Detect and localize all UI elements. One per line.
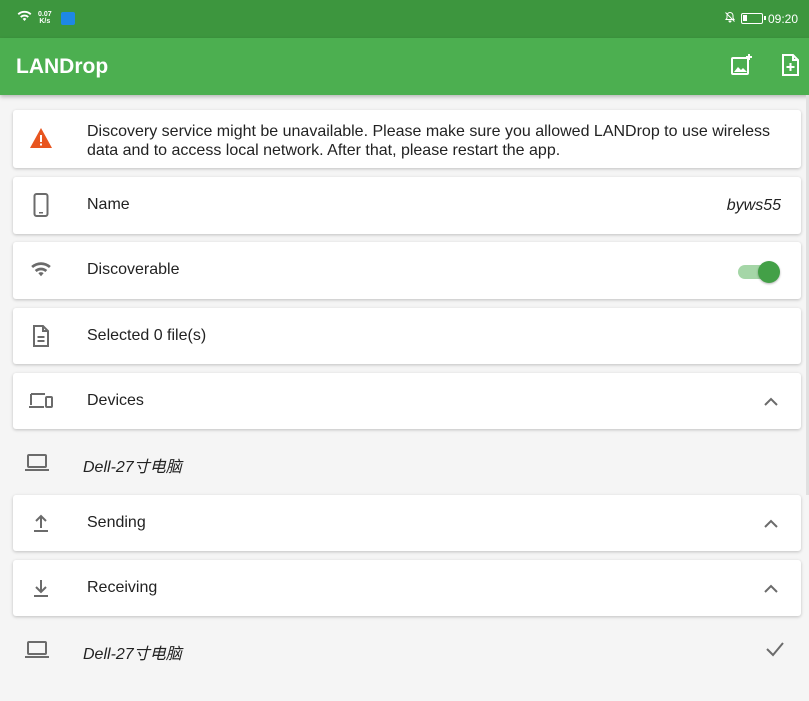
app-bar: LANDrop [0, 38, 809, 95]
device-name: Dell-27寸电脑 [83, 459, 182, 476]
devices-section-header[interactable]: Devices [13, 373, 801, 429]
download-icon [27, 574, 55, 602]
receiving-section-header[interactable]: Receiving [13, 560, 801, 616]
add-image-button[interactable] [728, 53, 756, 81]
silent-icon [724, 11, 736, 26]
discoverable-setting[interactable]: Discoverable [13, 242, 801, 299]
network-speed: 0.07 K/s [38, 11, 52, 25]
laptop-icon [23, 448, 51, 476]
sending-label: Sending [87, 514, 146, 531]
status-time: 09:20 [767, 11, 798, 26]
name-label: Name [87, 196, 130, 213]
add-file-button[interactable] [776, 53, 804, 81]
battery-icon [740, 13, 766, 24]
received-item[interactable]: Dell-27寸电脑 [13, 619, 801, 679]
add-file-icon [778, 53, 802, 82]
chevron-up-icon[interactable] [759, 389, 783, 413]
wifi-icon [17, 9, 32, 27]
phone-icon [27, 191, 55, 219]
selected-files-label: Selected 0 file(s) [87, 327, 207, 344]
status-bar: 0.07 K/s 09:20 [0, 0, 809, 38]
warning-message: Discovery service might be unavailable. … [87, 123, 770, 159]
app-title: LANDrop [16, 55, 109, 78]
devices-label: Devices [87, 392, 144, 409]
add-image-icon [730, 53, 754, 82]
app-notification-icon [60, 11, 75, 25]
check-icon [763, 637, 787, 661]
warning-icon [27, 124, 55, 152]
laptop-icon [23, 635, 51, 663]
chevron-up-icon[interactable] [759, 576, 783, 600]
chevron-up-icon[interactable] [759, 511, 783, 535]
warning-card: Discovery service might be unavailable. … [13, 110, 801, 168]
discoverable-label: Discoverable [87, 261, 180, 278]
device-list-item[interactable]: Dell-27寸电脑 [13, 432, 801, 492]
upload-icon [27, 509, 55, 537]
wifi-icon [27, 256, 55, 284]
sending-section-header[interactable]: Sending [13, 495, 801, 551]
devices-icon [27, 387, 55, 415]
selected-files-card[interactable]: Selected 0 file(s) [13, 308, 801, 364]
received-device-name: Dell-27寸电脑 [83, 646, 182, 663]
device-name-value: byws55 [726, 197, 781, 214]
file-icon [27, 322, 55, 350]
receiving-label: Receiving [87, 579, 158, 596]
discoverable-toggle[interactable] [736, 261, 780, 283]
name-setting[interactable]: Name byws55 [13, 177, 801, 234]
